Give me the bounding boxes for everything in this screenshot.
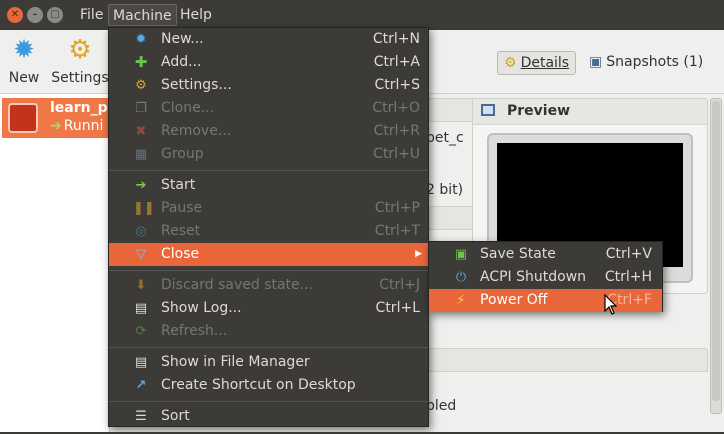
menu-item-group[interactable]: ▦ Group Ctrl+U: [109, 143, 428, 166]
details-section-header: [428, 348, 708, 372]
log-icon: ▤: [134, 301, 148, 316]
tab-details[interactable]: ⚙ Details: [497, 51, 577, 75]
running-arrow-icon: ➔: [50, 118, 62, 134]
machine-menu: ✹ New... Ctrl+N ✚ Add... Ctrl+A ⚙ Settin…: [108, 27, 429, 427]
remove-x-icon: ✖: [135, 124, 147, 139]
scrollbar-thumb[interactable]: [712, 101, 720, 401]
menu-item-reset[interactable]: ◎ Reset Ctrl+T: [109, 220, 428, 243]
details-text: pet_c: [426, 130, 464, 146]
settings-button-label: Settings: [51, 70, 109, 86]
submenu-arrow-icon: ▶: [415, 249, 422, 259]
close-submenu: ▣ Save State Ctrl+V ⏻ ACPI Shutdown Ctrl…: [428, 241, 663, 312]
mouse-pointer-icon: [604, 294, 618, 315]
menu-item-refresh[interactable]: ⟳ Refresh...: [109, 320, 428, 343]
reset-icon: ◎: [135, 224, 147, 239]
details-text: bled: [426, 398, 457, 414]
menu-item-clone[interactable]: ❐ Clone... Ctrl+O: [109, 97, 428, 120]
plus-icon: ✚: [134, 53, 148, 71]
window-maximize-button[interactable]: □: [47, 7, 63, 23]
menu-separator: [109, 401, 428, 402]
vm-name: learn_pu: [50, 100, 110, 116]
menu-bar: ✕ – □ File Machine Help: [0, 0, 724, 30]
gear-icon: ⚙: [135, 78, 147, 93]
sort-icon: ☰: [135, 409, 147, 424]
group-icon: ▦: [134, 147, 148, 162]
menu-item-discard[interactable]: ⬇ Discard saved state... Ctrl+J: [109, 274, 428, 297]
refresh-icon: ⟳: [135, 324, 147, 339]
menu-item-sort[interactable]: ☰ Sort: [109, 405, 428, 428]
menu-item-remove[interactable]: ✖ Remove... Ctrl+R: [109, 120, 428, 143]
preview-title: Preview: [507, 103, 571, 119]
gear-icon: ⚙: [68, 35, 92, 65]
camera-icon: ▣: [589, 54, 603, 70]
start-arrow-icon: ➔: [135, 178, 147, 193]
power-icon: ⏻: [455, 270, 467, 285]
menu-separator: [109, 270, 428, 271]
vm-list: learn_pu ➔Runni: [0, 94, 110, 434]
new-star-icon: ✹: [135, 32, 147, 47]
submenu-item-acpi-shutdown[interactable]: ⏻ ACPI Shutdown Ctrl+H: [429, 266, 662, 289]
close-triangle-icon: ▽: [136, 247, 146, 262]
details-text: 2 bit): [426, 182, 464, 198]
menu-machine[interactable]: Machine: [108, 4, 177, 26]
menu-file[interactable]: File: [76, 4, 107, 26]
submenu-item-save-state[interactable]: ▣ Save State Ctrl+V: [429, 243, 662, 266]
tab-snapshots[interactable]: ▣ Snapshots (1): [585, 51, 707, 75]
menu-separator: [109, 347, 428, 348]
details-gear-icon: ⚙: [504, 55, 517, 71]
menu-separator: [109, 170, 428, 171]
menu-item-show-in-file-manager[interactable]: ▤ Show in File Manager: [109, 351, 428, 374]
scrollbar[interactable]: [710, 98, 722, 414]
submenu-item-power-off[interactable]: ⚡ Power Off Ctrl+F: [429, 289, 662, 312]
menu-item-close[interactable]: ▽ Close ▶: [109, 243, 428, 266]
new-button-label: New: [8, 70, 40, 86]
shortcut-icon: ↗: [135, 378, 147, 393]
menu-item-pause[interactable]: ❚❚ Pause Ctrl+P: [109, 197, 428, 220]
menu-item-settings[interactable]: ⚙ Settings... Ctrl+S: [109, 74, 428, 97]
discard-icon: ⬇: [135, 278, 147, 293]
tab-details-label: Details: [520, 55, 570, 71]
save-state-icon: ▣: [454, 247, 468, 262]
file-manager-icon: ▤: [134, 355, 148, 370]
menu-item-create-shortcut[interactable]: ↗ Create Shortcut on Desktop: [109, 374, 428, 397]
menu-item-show-log[interactable]: ▤ Show Log... Ctrl+L: [109, 297, 428, 320]
window-minimize-button[interactable]: –: [27, 7, 43, 23]
power-off-bolt-icon: ⚡: [456, 293, 466, 308]
os-icon: [8, 103, 38, 133]
vm-state: Runni: [63, 118, 104, 134]
clone-icon: ❐: [135, 101, 147, 116]
tab-snapshots-label: Snapshots (1): [606, 54, 704, 70]
pause-icon: ❚❚: [133, 201, 155, 216]
new-button[interactable]: ✹ New: [6, 34, 42, 86]
monitor-icon: [481, 104, 495, 116]
settings-button[interactable]: ⚙ Settings: [50, 34, 110, 86]
menu-help[interactable]: Help: [176, 4, 216, 26]
window-close-button[interactable]: ✕: [7, 7, 23, 23]
menu-item-start[interactable]: ➔ Start: [109, 174, 428, 197]
menu-item-add[interactable]: ✚ Add... Ctrl+A: [109, 51, 428, 74]
menu-item-new[interactable]: ✹ New... Ctrl+N: [109, 28, 428, 51]
new-star-icon: ✹: [13, 35, 35, 65]
vm-list-item[interactable]: learn_pu ➔Runni: [2, 98, 110, 138]
